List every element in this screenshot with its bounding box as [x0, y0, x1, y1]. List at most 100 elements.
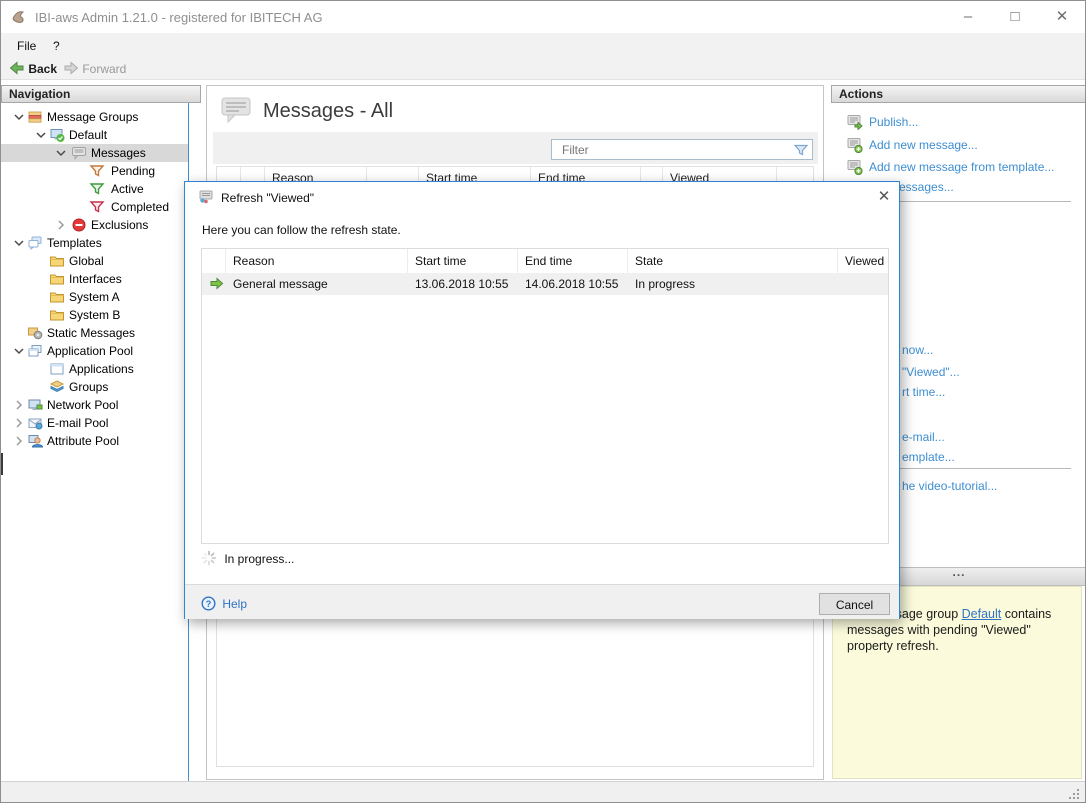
sidebar-item-messages[interactable]: Messages — [1, 144, 188, 162]
chevron-down-icon[interactable] — [53, 145, 69, 161]
column-start-time[interactable]: Start time — [408, 249, 518, 273]
menu-file[interactable]: File — [11, 37, 42, 55]
navigation-toolbar: Back Forward — [1, 57, 1085, 80]
chevron-down-icon[interactable] — [11, 343, 27, 359]
menu-help[interactable]: ? — [47, 37, 66, 55]
column-viewed[interactable]: Viewed — [838, 249, 888, 273]
sidebar-item-interfaces[interactable]: Interfaces — [1, 270, 188, 288]
table-row[interactable]: General message 13.06.2018 10:55 14.06.2… — [202, 273, 888, 295]
status-bar — [1, 781, 1085, 803]
action-add-message-from-template[interactable]: Add new message from template... — [847, 159, 1054, 175]
forward-button[interactable]: Forward — [63, 60, 126, 77]
column-status-icon[interactable] — [202, 249, 226, 273]
funnel-active-icon — [89, 181, 105, 197]
refresh-viewed-dialog: Refresh "Viewed" ✕ Here you can follow t… — [184, 181, 900, 619]
sidebar-item-label: Groups — [69, 378, 108, 396]
sidebar-item-system-a[interactable]: System A — [1, 288, 188, 306]
templates-icon — [27, 235, 43, 251]
app-window: IBI-aws Admin 1.21.0 - registered for IB… — [0, 0, 1086, 803]
action-partial-now[interactable]: now... — [902, 343, 933, 357]
sidebar-item-exclusions[interactable]: Exclusions — [1, 216, 188, 234]
exclusions-icon — [71, 217, 87, 233]
column-reason[interactable]: Reason — [226, 249, 408, 273]
sidebar-item-label: Messages — [91, 144, 146, 162]
sidebar-item-label: System A — [69, 288, 120, 306]
applications-icon — [49, 361, 65, 377]
action-partial-email[interactable]: e-mail... — [902, 430, 945, 444]
close-button[interactable]: ✕ — [1039, 1, 1085, 32]
help-link[interactable]: ? Help — [201, 596, 247, 614]
sidebar-item-label: Application Pool — [47, 342, 133, 360]
sidebar-item-label: System B — [69, 306, 120, 324]
navigation-pane-header: Navigation — [1, 85, 201, 103]
sidebar-item-application-pool[interactable]: Application Pool — [1, 342, 188, 360]
action-partial-video-tutorial[interactable]: he video-tutorial... — [902, 479, 997, 493]
dialog-title: Refresh "Viewed" — [221, 191, 314, 205]
cell-state: In progress — [628, 273, 838, 295]
column-state[interactable]: State — [628, 249, 838, 273]
messages-title-icon — [219, 94, 255, 128]
action-partial-template[interactable]: emplate... — [902, 450, 955, 464]
chevron-right-icon[interactable] — [11, 397, 27, 413]
page-title: Messages - All — [263, 100, 393, 123]
sidebar-item-static-messages[interactable]: Static Messages — [1, 324, 188, 342]
sidebar-item-label: Interfaces — [69, 270, 122, 288]
sidebar-item-pending[interactable]: Pending — [1, 162, 188, 180]
filter-funnel-icon[interactable] — [793, 142, 809, 158]
filter-input[interactable] — [554, 141, 784, 158]
sidebar-item-label: Global — [69, 252, 104, 270]
sidebar-item-label: Applications — [69, 360, 134, 378]
chevron-right-icon[interactable] — [11, 433, 27, 449]
email-pool-icon — [27, 415, 43, 431]
sidebar-item-completed[interactable]: Completed — [1, 198, 188, 216]
sidebar-item-message-groups[interactable]: Message Groups — [1, 108, 188, 126]
attribute-pool-icon — [27, 433, 43, 449]
back-arrow-icon — [9, 60, 25, 81]
static-messages-icon — [27, 325, 43, 341]
messages-icon — [71, 145, 87, 161]
minimize-button[interactable]: – — [945, 1, 991, 32]
network-pool-icon — [27, 397, 43, 413]
action-partial-start-time[interactable]: rt time... — [902, 385, 945, 399]
chevron-down-icon[interactable] — [11, 109, 27, 125]
sidebar-item-label: E-mail Pool — [47, 414, 108, 432]
maximize-button[interactable]: □ — [992, 1, 1038, 32]
sidebar-item-default[interactable]: Default — [1, 126, 188, 144]
sidebar-item-global[interactable]: Global — [1, 252, 188, 270]
add-message-icon — [847, 137, 863, 153]
action-publish[interactable]: Publish... — [847, 114, 918, 130]
chevron-down-icon[interactable] — [33, 127, 49, 143]
cell-start-time: 13.06.2018 10:55 — [408, 273, 518, 295]
default-group-link[interactable]: Default — [962, 607, 1002, 621]
sidebar-item-network-pool[interactable]: Network Pool — [1, 396, 188, 414]
sidebar-item-system-b[interactable]: System B — [1, 306, 188, 324]
menu-bar: File ? — [1, 33, 1085, 57]
sidebar-item-email-pool[interactable]: E-mail Pool — [1, 414, 188, 432]
sidebar-item-active[interactable]: Active — [1, 180, 188, 198]
back-button[interactable]: Back — [9, 60, 57, 77]
window-edge-artifact — [1, 453, 3, 475]
action-add-new-message[interactable]: Add new message... — [847, 137, 978, 153]
filter-box — [551, 139, 813, 160]
sidebar-item-applications[interactable]: Applications — [1, 360, 188, 378]
sidebar-item-attribute-pool[interactable]: Attribute Pool — [1, 432, 188, 450]
cancel-button[interactable]: Cancel — [819, 593, 890, 615]
publish-icon — [847, 114, 863, 130]
dialog-close-icon[interactable]: ✕ — [873, 187, 895, 207]
dialog-description: Here you can follow the refresh state. — [202, 223, 401, 237]
sidebar-item-templates[interactable]: Templates — [1, 234, 188, 252]
message-groups-icon — [27, 109, 43, 125]
column-end-time[interactable]: End time — [518, 249, 628, 273]
application-pool-icon — [27, 343, 43, 359]
sidebar-item-label: Active — [111, 180, 144, 198]
chevron-down-icon[interactable] — [11, 235, 27, 251]
action-partial-refresh-viewed[interactable]: "Viewed"... — [902, 365, 960, 379]
groups-icon — [49, 379, 65, 395]
cell-reason: General message — [226, 273, 408, 295]
sidebar-item-groups[interactable]: Groups — [1, 378, 188, 396]
navigation-tree: Message Groups Default Messages Pending … — [1, 103, 189, 781]
add-message-from-template-icon — [847, 159, 863, 175]
action-partial-messages[interactable]: essages... — [899, 180, 954, 194]
chevron-right-icon[interactable] — [11, 415, 27, 431]
chevron-right-icon[interactable] — [53, 217, 69, 233]
